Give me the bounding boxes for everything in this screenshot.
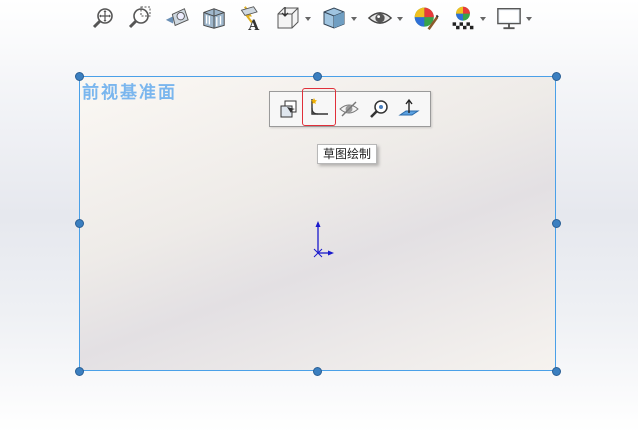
context-toolbar [269,88,431,127]
view-settings-icon[interactable] [496,3,522,33]
sketch-tooltip: 草图绘制 [317,144,378,164]
sketch-icon[interactable] [302,88,336,126]
hide-icon[interactable] [336,96,362,122]
zoom-to-area-icon[interactable] [127,3,153,33]
plane-handle-top-middle[interactable] [313,72,322,81]
plane-normal-icon[interactable] [396,96,422,122]
plane-handle-bottom-left[interactable] [75,367,84,376]
heads-up-view-toolbar: A [90,0,542,36]
display-style-icon[interactable] [321,3,347,33]
view-orientation-icon[interactable] [275,3,301,33]
previous-view-icon[interactable] [164,3,190,33]
origin-axis-icon [313,221,334,258]
plane-handle-top-right[interactable] [552,72,561,81]
plane-label: 前视基准面 [82,83,177,103]
apply-scene-dropdown-icon[interactable] [480,17,486,21]
display-style-dropdown-icon[interactable] [351,17,357,21]
plane-handle-middle-left[interactable] [75,219,84,228]
plane-handle-bottom-middle[interactable] [313,367,322,376]
normal-to-icon[interactable] [276,96,302,122]
hide-show-items-icon[interactable] [367,3,393,33]
svg-text:A: A [247,18,259,33]
plane-handle-top-left[interactable] [75,72,84,81]
zoom-to-selection-icon[interactable] [366,96,392,122]
hide-show-dropdown-icon[interactable] [397,17,403,21]
view-orientation-dropdown-icon[interactable] [305,17,311,21]
apply-scene-icon[interactable] [450,3,476,33]
zoom-to-fit-icon[interactable] [90,3,116,33]
section-view-icon[interactable] [201,3,227,33]
edit-appearance-icon[interactable] [413,3,439,33]
view-settings-dropdown-icon[interactable] [526,17,532,21]
dynamic-annotation-icon[interactable]: A [238,3,264,33]
plane-handle-middle-right[interactable] [552,219,561,228]
plane-handle-bottom-right[interactable] [552,367,561,376]
